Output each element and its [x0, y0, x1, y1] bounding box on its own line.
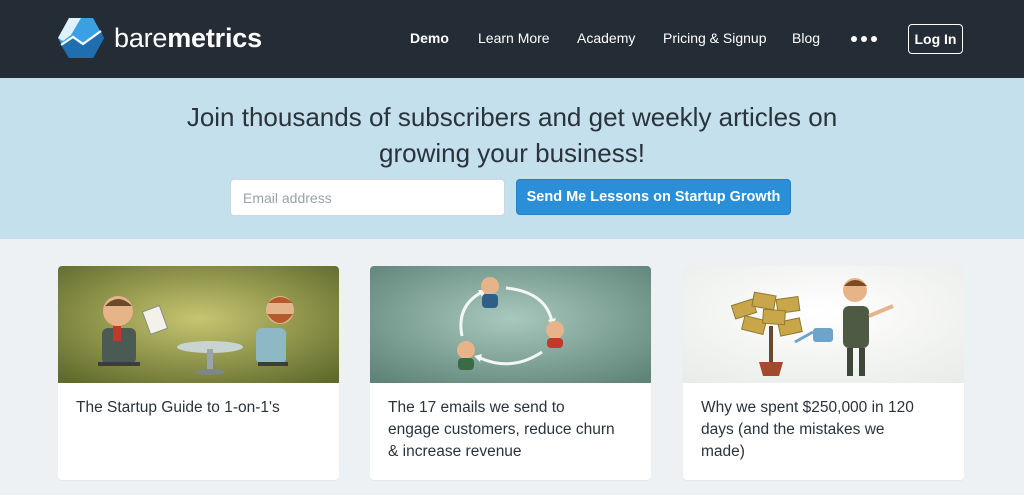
nav-blog[interactable]: Blog [792, 30, 820, 46]
logo[interactable]: baremetrics [57, 17, 262, 59]
subscribe-button[interactable]: Send Me Lessons on Startup Growth [516, 179, 791, 215]
article-card-title[interactable]: The 17 emails we send to engage customer… [388, 397, 618, 463]
nav-learn-more[interactable]: Learn More [478, 30, 550, 46]
subscribe-heading: Join thousands of subscribers and get we… [186, 102, 838, 168]
baremetrics-logo-icon [58, 18, 104, 58]
nav-pricing-signup[interactable]: Pricing & Signup [663, 30, 767, 46]
subscribe-banner: Join thousands of subscribers and get we… [0, 78, 1024, 239]
site-header: baremetrics Demo Learn More Academy Pric… [0, 0, 1024, 78]
nav-demo[interactable]: Demo [410, 30, 449, 46]
man-watering-money-tree-illustration [683, 266, 964, 383]
email-input[interactable] [230, 179, 505, 216]
article-card-title[interactable]: Why we spent $250,000 in 120 days (and t… [701, 397, 931, 463]
article-card[interactable]: The Startup Guide to 1-on-1's [58, 266, 339, 480]
article-card[interactable]: Why we spent $250,000 in 120 days (and t… [683, 266, 964, 480]
login-button[interactable]: Log In [908, 24, 963, 54]
nav-academy[interactable]: Academy [577, 30, 635, 46]
two-men-meeting-illustration [58, 266, 339, 383]
logo-text: baremetrics [114, 22, 262, 53]
article-card[interactable]: The 17 emails we send to engage customer… [370, 266, 651, 480]
article-card-title[interactable]: The Startup Guide to 1-on-1's [76, 397, 306, 419]
more-menu-icon[interactable] [851, 36, 877, 42]
three-people-cycle-arrows-illustration [370, 266, 651, 383]
